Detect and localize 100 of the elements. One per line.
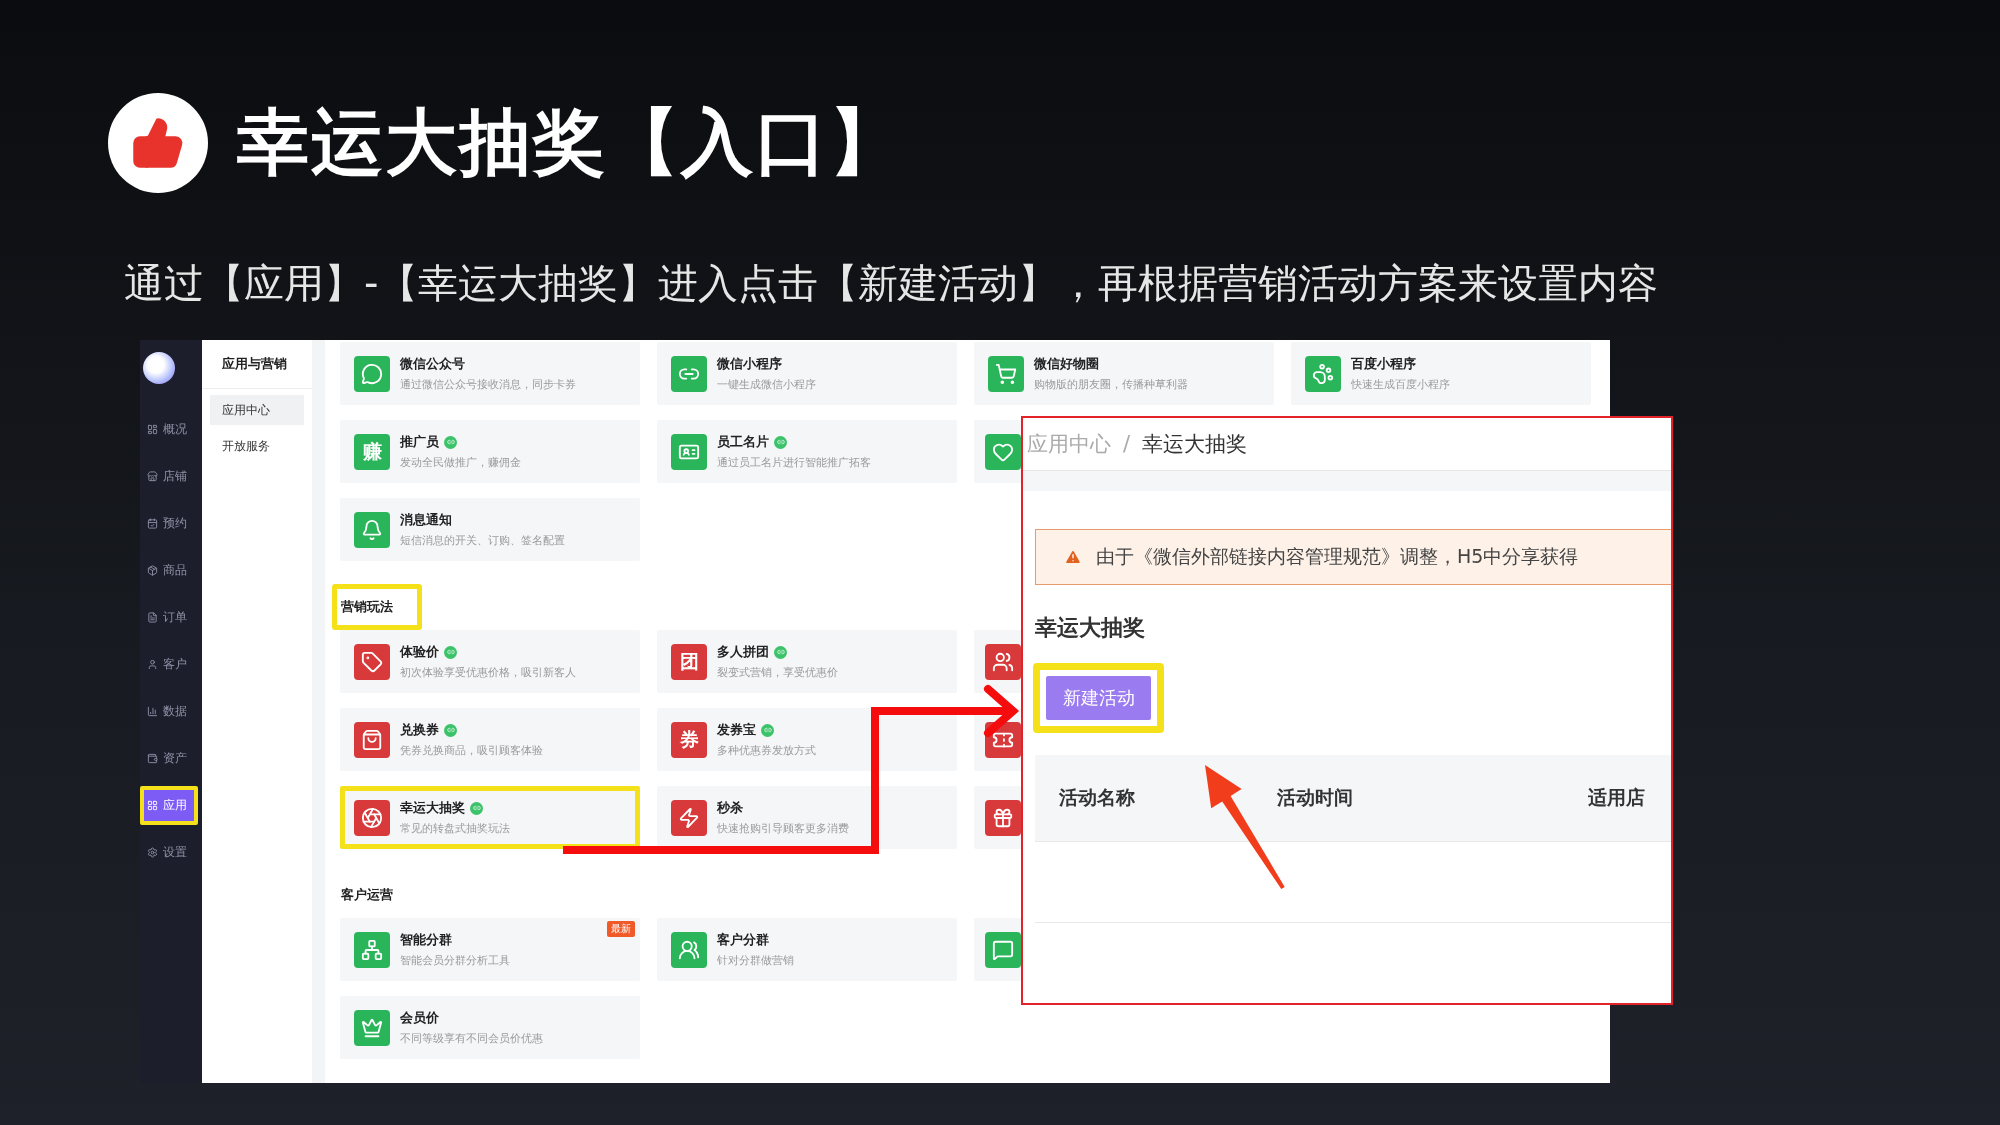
menu-label: 设置 bbox=[163, 844, 187, 861]
breadcrumb-separator: / bbox=[1123, 432, 1131, 456]
sidebar-item[interactable]: 客户 bbox=[140, 645, 198, 684]
app-description: 多种优惠券发放方式 bbox=[717, 743, 816, 758]
app-title: 客户分群 bbox=[717, 931, 769, 949]
app-title: 发券宝 bbox=[717, 721, 756, 739]
app-card[interactable]: 券 发券宝 多种优惠券发放方式 bbox=[657, 708, 957, 771]
menu-icon bbox=[147, 424, 158, 435]
app-description: 快速抢购引导顾客更多消费 bbox=[717, 821, 849, 836]
app-description: 不同等级享有不同会员价优惠 bbox=[400, 1031, 543, 1046]
sidebar-item[interactable]: 数据 bbox=[140, 692, 198, 731]
menu-icon bbox=[147, 612, 158, 623]
menu-label: 预约 bbox=[163, 515, 187, 532]
app-description: 智能会员分群分析工具 bbox=[400, 953, 510, 968]
app-title: 多人拼团 bbox=[717, 643, 769, 661]
app-icon: 券 bbox=[671, 721, 707, 758]
slide-subtitle: 通过【应用】-【幸运大抽奖】进入点击【新建活动】，再根据营销活动方案来设置内容 bbox=[124, 259, 1660, 307]
app-description: 一键生成微信小程序 bbox=[717, 377, 816, 392]
app-description: 针对分群做营销 bbox=[717, 953, 794, 968]
app-description: 购物版的朋友圈，传播种草利器 bbox=[1034, 377, 1188, 392]
menu-icon bbox=[147, 565, 158, 576]
app-card[interactable]: 秒杀 快速抢购引导顾客更多消费 bbox=[657, 786, 957, 849]
app-title: 微信小程序 bbox=[717, 355, 782, 373]
sidebar-item[interactable]: 应用 bbox=[140, 786, 198, 825]
section-title: 客户运营 bbox=[340, 886, 394, 904]
app-title: 微信好物圈 bbox=[1034, 355, 1099, 373]
menu-icon bbox=[147, 471, 158, 482]
nav-item[interactable]: 开放服务 bbox=[210, 431, 304, 461]
app-card[interactable]: 消息通知 短信消息的开关、订购、签名配置 bbox=[340, 498, 640, 561]
sidebar-item[interactable]: 店铺 bbox=[140, 457, 198, 496]
app-card[interactable]: 客户分群 针对分群做营销 bbox=[657, 918, 957, 981]
sidebar-item[interactable]: 资产 bbox=[140, 739, 198, 778]
slide-title: 幸运大抽奖【入口】 bbox=[237, 99, 903, 186]
sidebar-item[interactable]: 设置 bbox=[140, 833, 198, 872]
app-title: 消息通知 bbox=[400, 511, 452, 529]
menu-label: 店铺 bbox=[163, 468, 187, 485]
app-card[interactable] bbox=[974, 420, 1021, 483]
app-title: 秒杀 bbox=[717, 799, 743, 817]
app-card[interactable]: 赚 推广员 发动全民做推广，赚佣金 bbox=[340, 420, 640, 483]
app-description: 裂变式营销，享受优惠价 bbox=[717, 665, 838, 680]
app-description: 通过微信公众号接收消息，同步卡券 bbox=[400, 377, 576, 392]
app-description: 初次体验享受优惠价格，吸引新客人 bbox=[400, 665, 576, 680]
menu-icon bbox=[147, 706, 158, 717]
menu-label: 应用 bbox=[163, 797, 187, 814]
app-description: 发动全民做推广，赚佣金 bbox=[400, 455, 521, 470]
app-description: 通过员工名片进行智能推广拓客 bbox=[717, 455, 871, 470]
column-header: 活动时间 bbox=[1277, 785, 1353, 810]
app-card[interactable]: 兑换券 凭券兑换商品，吸引顾客体验 bbox=[340, 708, 640, 771]
menu-icon bbox=[147, 800, 158, 811]
section-title: 营销玩法 bbox=[332, 584, 422, 630]
sidebar-item[interactable]: 预约 bbox=[140, 504, 198, 543]
menu-label: 商品 bbox=[163, 562, 187, 579]
menu-icon bbox=[147, 753, 158, 764]
app-card[interactable] bbox=[974, 786, 1021, 849]
page-heading: 幸运大抽奖 bbox=[1035, 614, 1146, 642]
new-badge: 最新 bbox=[607, 921, 635, 937]
menu-label: 概况 bbox=[163, 421, 187, 438]
app-icon: 团 bbox=[671, 643, 707, 680]
app-description: 常见的转盘式抽奖玩法 bbox=[400, 821, 510, 836]
menu-label: 订单 bbox=[163, 609, 187, 626]
app-description: 凭券兑换商品，吸引顾客体验 bbox=[400, 743, 543, 758]
app-card[interactable]: 会员价 不同等级享有不同会员价优惠 bbox=[340, 996, 640, 1059]
app-title: 推广员 bbox=[400, 433, 439, 451]
app-title: 智能分群 bbox=[400, 931, 452, 949]
app-title: 微信公众号 bbox=[400, 355, 465, 373]
app-card[interactable] bbox=[974, 630, 1021, 693]
app-card[interactable]: 微信好物圈 购物版的朋友圈，传播种草利器 bbox=[974, 342, 1274, 405]
menu-icon bbox=[147, 659, 158, 670]
app-card[interactable]: 团 多人拼团 裂变式营销，享受优惠价 bbox=[657, 630, 957, 693]
app-title: 员工名片 bbox=[717, 433, 769, 451]
app-card[interactable] bbox=[974, 918, 1021, 981]
app-card[interactable]: 百度小程序 快速生成百度小程序 bbox=[1291, 342, 1591, 405]
sidebar-item[interactable]: 订单 bbox=[140, 598, 198, 637]
app-card[interactable]: 体验价 初次体验享受优惠价格，吸引新客人 bbox=[340, 630, 640, 693]
app-card[interactable]: 微信小程序 一键生成微信小程序 bbox=[657, 342, 957, 405]
app-title: 会员价 bbox=[400, 1009, 439, 1027]
app-title: 百度小程序 bbox=[1351, 355, 1416, 373]
sidebar-item[interactable]: 概况 bbox=[140, 410, 198, 449]
menu-label: 数据 bbox=[163, 703, 187, 720]
nav-item[interactable]: 应用中心 bbox=[210, 395, 304, 425]
column-header: 活动名称 bbox=[1059, 785, 1135, 810]
app-card[interactable]: 员工名片 通过员工名片进行智能推广拓客 bbox=[657, 420, 957, 483]
app-description: 短信消息的开关、订购、签名配置 bbox=[400, 533, 565, 548]
app-card[interactable]: 微信公众号 通过微信公众号接收消息，同步卡券 bbox=[340, 342, 640, 405]
breadcrumb-link[interactable]: 幸运大抽奖 bbox=[1142, 430, 1248, 458]
app-title: 体验价 bbox=[400, 643, 439, 661]
app-card[interactable]: 智能分群 智能会员分群分析工具 最新 bbox=[340, 918, 640, 981]
menu-icon bbox=[147, 847, 158, 858]
warning-icon bbox=[1064, 548, 1082, 566]
app-icon: 赚 bbox=[354, 433, 390, 470]
warning-text: 由于《微信外部链接内容管理规范》调整，H5中分享获得 bbox=[1096, 544, 1579, 569]
column-header: 适用店 bbox=[1588, 785, 1645, 810]
menu-label: 资产 bbox=[163, 750, 187, 767]
menu-icon bbox=[147, 518, 158, 529]
sidebar-item[interactable]: 商品 bbox=[140, 551, 198, 590]
app-title: 兑换券 bbox=[400, 721, 439, 739]
logo-icon bbox=[143, 352, 175, 384]
app-description: 快速生成百度小程序 bbox=[1351, 377, 1450, 392]
menu-label: 客户 bbox=[163, 656, 187, 673]
app-card[interactable]: 幸运大抽奖 常见的转盘式抽奖玩法 bbox=[340, 786, 640, 849]
